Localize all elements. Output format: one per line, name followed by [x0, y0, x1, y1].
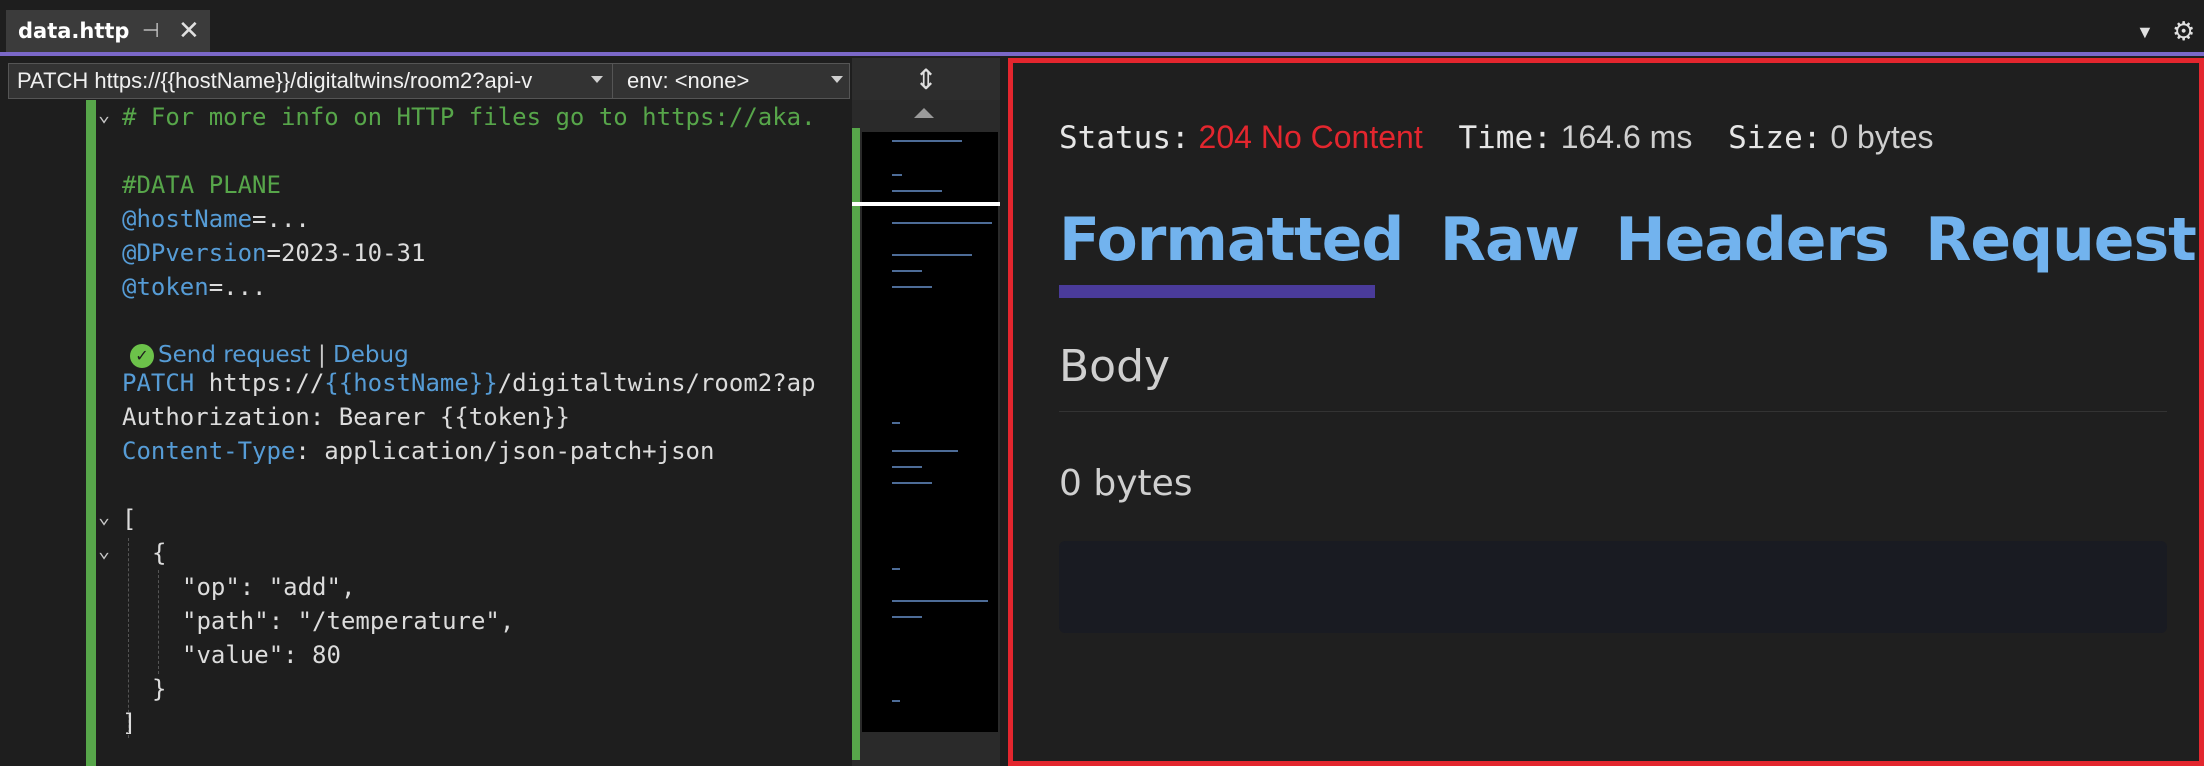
- fold-chevron-icon[interactable]: ⌄: [98, 538, 110, 562]
- code-line: ]: [122, 709, 137, 737]
- status-value: 204 No Content: [1198, 119, 1423, 155]
- tab-formatted[interactable]: Formatted: [1059, 205, 1404, 275]
- scroll-up-icon[interactable]: [914, 108, 934, 118]
- http-method: PATCH: [122, 369, 195, 397]
- size-value: 0 bytes: [1830, 119, 1934, 155]
- request-toolbar: PATCH https://{{hostName}}/digitaltwins/…: [8, 63, 850, 99]
- code-line: }: [152, 675, 167, 703]
- tab-request[interactable]: Request: [1925, 205, 2197, 275]
- tab-data-http[interactable]: data.http ⊣ ✕: [6, 10, 210, 52]
- time-value: 164.6 ms: [1560, 119, 1693, 155]
- url-scheme: https://: [208, 369, 325, 397]
- request-select-value: PATCH https://{{hostName}}/digitaltwins/…: [17, 68, 533, 93]
- chevron-down-icon[interactable]: [831, 76, 843, 83]
- divider: [1059, 411, 2167, 412]
- response-panel: Status: 204 No Content Time: 164.6 ms Si…: [1008, 58, 2204, 766]
- code-line: "value": 80: [182, 641, 341, 669]
- fold-chevron-icon[interactable]: ⌄: [98, 504, 110, 528]
- send-request-link[interactable]: Send request: [158, 342, 311, 368]
- code-line: [: [122, 505, 137, 533]
- code-line: Authorization: Bearer {{token}}: [122, 403, 570, 431]
- url-path: /digitaltwins/room2?ap: [497, 369, 816, 397]
- code-line: PATCH https://{{hostName}}/digitaltwins/…: [122, 366, 816, 400]
- minimap-line: [892, 466, 922, 468]
- response-summary: Status: 204 No Content Time: 164.6 ms Si…: [1059, 119, 1934, 156]
- minimap-line: [892, 568, 900, 570]
- indent-guide: [158, 570, 159, 674]
- size-label: Size:: [1728, 120, 1822, 156]
- variable-value: =2023-10-31: [266, 239, 426, 267]
- environment-select[interactable]: env: <none>: [615, 64, 851, 98]
- variable-name: @token: [122, 273, 209, 301]
- body-size: 0 bytes: [1059, 463, 1193, 504]
- active-tab-indicator: [1059, 285, 1375, 298]
- response-tabs: Formatted Raw Headers Request: [1059, 205, 2204, 275]
- minimap-line: [892, 450, 958, 452]
- environment-select-value: env: <none>: [627, 68, 750, 93]
- code-line: @DPversion=2023-10-31: [122, 236, 425, 270]
- minimap-line: [892, 270, 922, 272]
- time-label: Time:: [1458, 120, 1552, 156]
- minimap-line: [892, 600, 988, 602]
- check-circle-icon: ✓: [130, 343, 154, 368]
- code-line: Content-Type: application/json-patch+jso…: [122, 434, 714, 468]
- minimap-viewport-indicator[interactable]: [852, 202, 1000, 206]
- change-indicator-bar: [86, 100, 96, 766]
- minimap-line: [892, 286, 932, 288]
- code-editor[interactable]: ⌄ # For more info on HTTP files go to ht…: [8, 100, 850, 766]
- header-name: Content-Type: [122, 437, 296, 465]
- tab-underline: [0, 52, 2204, 56]
- minimap-line: [892, 222, 992, 224]
- code-line: "path": "/temperature",: [182, 607, 515, 635]
- header-value: : application/json-patch+json: [295, 437, 715, 465]
- minimap-line: [892, 190, 942, 192]
- body-heading: Body: [1059, 341, 1171, 392]
- pin-icon[interactable]: ⊣: [142, 18, 159, 43]
- minimap-change-bar: [852, 128, 860, 760]
- minimap-line: [892, 700, 900, 702]
- response-body-content[interactable]: [1059, 541, 2167, 633]
- split-view-button[interactable]: ⇕: [852, 58, 1000, 100]
- minimap-line: [892, 140, 962, 142]
- indent-guide: [128, 538, 129, 738]
- minimap-line: [892, 482, 932, 484]
- variable-value: =...: [208, 273, 267, 301]
- code-line: @token=...: [122, 270, 267, 304]
- chevron-down-icon[interactable]: [591, 76, 603, 83]
- url-template: {{hostName}}: [324, 369, 498, 397]
- chevron-down-icon[interactable]: ▼: [2136, 22, 2154, 43]
- variable-name: @hostName: [122, 205, 253, 233]
- tab-headers[interactable]: Headers: [1615, 205, 1889, 275]
- code-line: "op": "add",: [182, 573, 356, 601]
- code-line: {: [152, 539, 167, 567]
- tab-raw[interactable]: Raw: [1440, 205, 1580, 275]
- minimap-line: [892, 616, 922, 618]
- code-line: # For more info on HTTP files go to http…: [122, 103, 816, 131]
- fold-chevron-icon[interactable]: ⌄: [98, 102, 110, 126]
- status-label: Status:: [1059, 120, 1190, 156]
- request-select[interactable]: PATCH https://{{hostName}}/digitaltwins/…: [9, 64, 613, 98]
- editor-minimap[interactable]: [852, 100, 1000, 766]
- minimap-line: [892, 254, 972, 256]
- close-icon[interactable]: ✕: [178, 15, 200, 45]
- code-line: @hostName=...: [122, 202, 310, 236]
- document-tab-strip: data.http ⊣ ✕ ▼ ⚙: [0, 0, 2204, 56]
- minimap-preview: [862, 132, 998, 732]
- minimap-line: [892, 174, 902, 176]
- minimap-line: [892, 422, 900, 424]
- split-icon: ⇕: [914, 63, 938, 95]
- codelens-separator: |: [317, 342, 326, 368]
- variable-name: @DPversion: [122, 239, 267, 267]
- debug-link[interactable]: Debug: [333, 342, 409, 368]
- tab-title: data.http: [18, 19, 130, 43]
- gear-icon[interactable]: ⚙: [2172, 16, 2195, 47]
- variable-value: =...: [252, 205, 310, 233]
- code-line: #DATA PLANE: [122, 171, 281, 199]
